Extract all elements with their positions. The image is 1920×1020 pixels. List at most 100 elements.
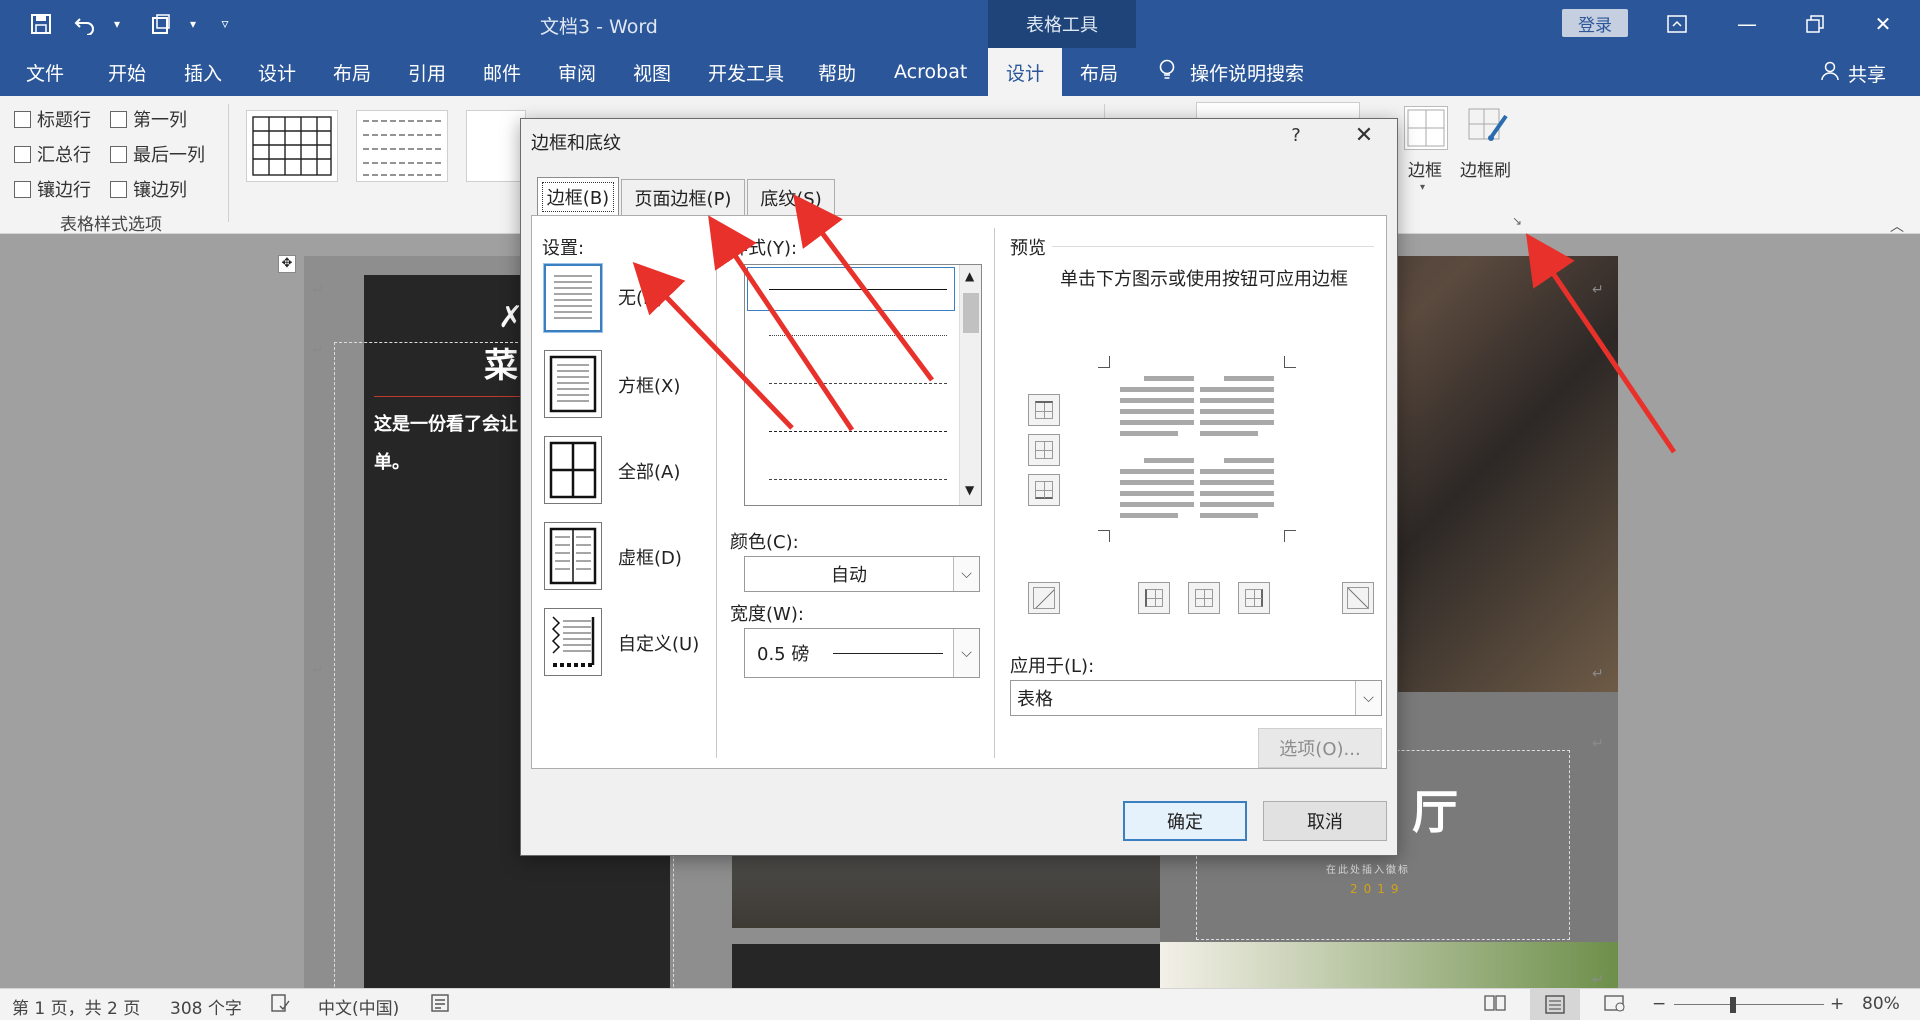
zoom-in-icon[interactable]: + [1830,994,1844,1014]
help-button[interactable]: ? [1281,125,1311,146]
width-select[interactable]: 0.5 磅 ⌵ [744,628,980,678]
setting-none-icon[interactable] [543,263,603,333]
language-indicator[interactable]: 中文(中国) [318,994,399,1019]
read-mode-icon[interactable] [1484,994,1506,1017]
minimize-icon[interactable]: — [1724,8,1770,40]
web-layout-icon[interactable] [1604,994,1626,1017]
ribbon-display-options-icon[interactable] [1654,8,1700,40]
chevron-down-icon[interactable]: ⌵ [1355,681,1381,715]
table-style-grid-3[interactable] [466,110,526,182]
style-list-scrollbar[interactable]: ▲ ▼ [959,265,981,505]
last-column-checkbox[interactable]: 最后一列 [110,141,205,167]
table-style-grid-1[interactable] [246,110,338,182]
tab-home[interactable]: 开始 [108,48,146,96]
preview-text-left-bottom[interactable] [1120,458,1194,524]
zoom-out-icon[interactable]: − [1652,994,1666,1014]
bottom-border-button[interactable] [1028,474,1060,506]
diagonal-up-border-button[interactable] [1028,582,1060,614]
zoom-slider-thumb[interactable] [1730,997,1736,1013]
share-button[interactable]: 共享 [1820,60,1886,87]
word-count[interactable]: 308 个字 [170,994,242,1019]
ok-button[interactable]: 确定 [1123,801,1247,841]
scroll-up-icon[interactable]: ▲ [965,269,974,283]
page-count[interactable]: 第 1 页，共 2 页 [12,994,140,1019]
touch-dropdown-icon[interactable]: ▾ [180,11,206,37]
dialog-close-icon[interactable]: ✕ [1347,123,1381,148]
inside-vertical-border-button[interactable] [1188,582,1220,614]
inside-horizontal-border-button[interactable] [1028,434,1060,466]
setting-grid-icon[interactable] [544,522,602,590]
zoom-slider-track[interactable] [1674,1004,1824,1005]
tab-layout[interactable]: 布局 [333,48,371,96]
collapse-ribbon-icon[interactable]: ︿ [1890,216,1904,236]
tell-me-search[interactable]: 操作说明搜索 [1158,48,1304,96]
right-border-button[interactable] [1238,582,1270,614]
preview-text-right-top[interactable] [1200,376,1274,442]
setting-grid-label[interactable]: 虚框(D) [618,544,682,570]
save-icon[interactable] [28,11,54,37]
tab-references[interactable]: 引用 [408,48,446,96]
close-window-icon[interactable]: ✕ [1860,8,1906,40]
banded-rows-checkbox[interactable]: 镶边行 [14,176,91,202]
tab-help[interactable]: 帮助 [818,48,856,96]
preview-text-left-top[interactable] [1120,376,1194,442]
login-button[interactable]: 登录 [1562,9,1628,37]
line-style-solid[interactable] [769,289,947,290]
borders-dropdown-icon[interactable]: ▾ [1420,182,1425,193]
scroll-down-icon[interactable]: ▼ [965,483,974,497]
tab-page-border[interactable]: 页面边框(P) [621,179,745,215]
setting-box-icon[interactable] [544,350,602,418]
tab-view[interactable]: 视图 [633,48,671,96]
apply-to-select[interactable]: 表格 ⌵ [1010,680,1382,716]
line-style-dash[interactable] [769,431,947,432]
tab-review[interactable]: 审阅 [558,48,596,96]
tab-table-design[interactable]: 设计 [988,48,1063,96]
accessibility-icon[interactable] [430,994,450,1017]
line-style-small-dash[interactable] [769,383,947,384]
restore-icon[interactable] [1792,8,1838,40]
customize-qat-icon[interactable]: ▿ [212,11,238,37]
border-painter-button[interactable] [1466,106,1510,150]
options-button[interactable]: 选项(O)... [1258,728,1382,768]
header-row-checkbox[interactable]: 标题行 [14,106,91,132]
line-style-dotted[interactable] [769,335,947,336]
tab-design[interactable]: 设计 [258,48,296,96]
banded-columns-checkbox[interactable]: 镶边列 [110,176,187,202]
setting-all-icon[interactable] [544,436,602,504]
tab-acrobat[interactable]: Acrobat [894,48,967,96]
left-border-button[interactable] [1138,582,1170,614]
borders-button[interactable] [1404,106,1448,150]
line-style-list[interactable]: ▲ ▼ [744,264,982,506]
total-row-checkbox[interactable]: 汇总行 [14,141,91,167]
undo-dropdown-icon[interactable]: ▾ [104,11,130,37]
tab-shading[interactable]: 底纹(S) [747,179,835,215]
dialog-launcher-icon[interactable]: ↘ [1512,214,1522,228]
cancel-button[interactable]: 取消 [1263,801,1387,841]
setting-custom-icon[interactable] [544,608,602,676]
setting-custom-label[interactable]: 自定义(U) [618,630,699,656]
first-column-checkbox[interactable]: 第一列 [110,106,187,132]
print-layout-icon[interactable] [1530,989,1580,1020]
color-select[interactable]: 自动 ⌵ [744,556,980,592]
tab-developer[interactable]: 开发工具 [708,48,784,96]
diagonal-down-border-button[interactable] [1342,582,1374,614]
touch-mode-icon[interactable] [148,11,174,37]
setting-box-label[interactable]: 方框(X) [618,372,680,398]
chevron-down-icon[interactable]: ⌵ [953,629,979,677]
proofing-icon[interactable] [270,994,290,1017]
tab-file[interactable]: 文件 [26,48,64,96]
setting-none-label[interactable]: 无(N) [618,284,664,310]
preview-text-right-bottom[interactable] [1200,458,1274,524]
tab-insert[interactable]: 插入 [184,48,222,96]
top-border-button[interactable] [1028,394,1060,426]
tab-table-layout[interactable]: 布局 [1080,48,1118,96]
zoom-level[interactable]: 80% [1862,994,1900,1014]
undo-icon[interactable] [72,11,98,37]
table-move-handle-icon[interactable]: ✥ [278,255,296,273]
setting-all-label[interactable]: 全部(A) [618,458,680,484]
scroll-thumb[interactable] [963,293,979,333]
line-style-dash-dot[interactable] [769,479,947,480]
chevron-down-icon[interactable]: ⌵ [953,557,979,591]
table-style-grid-2[interactable] [356,110,448,182]
tab-mailings[interactable]: 邮件 [483,48,521,96]
